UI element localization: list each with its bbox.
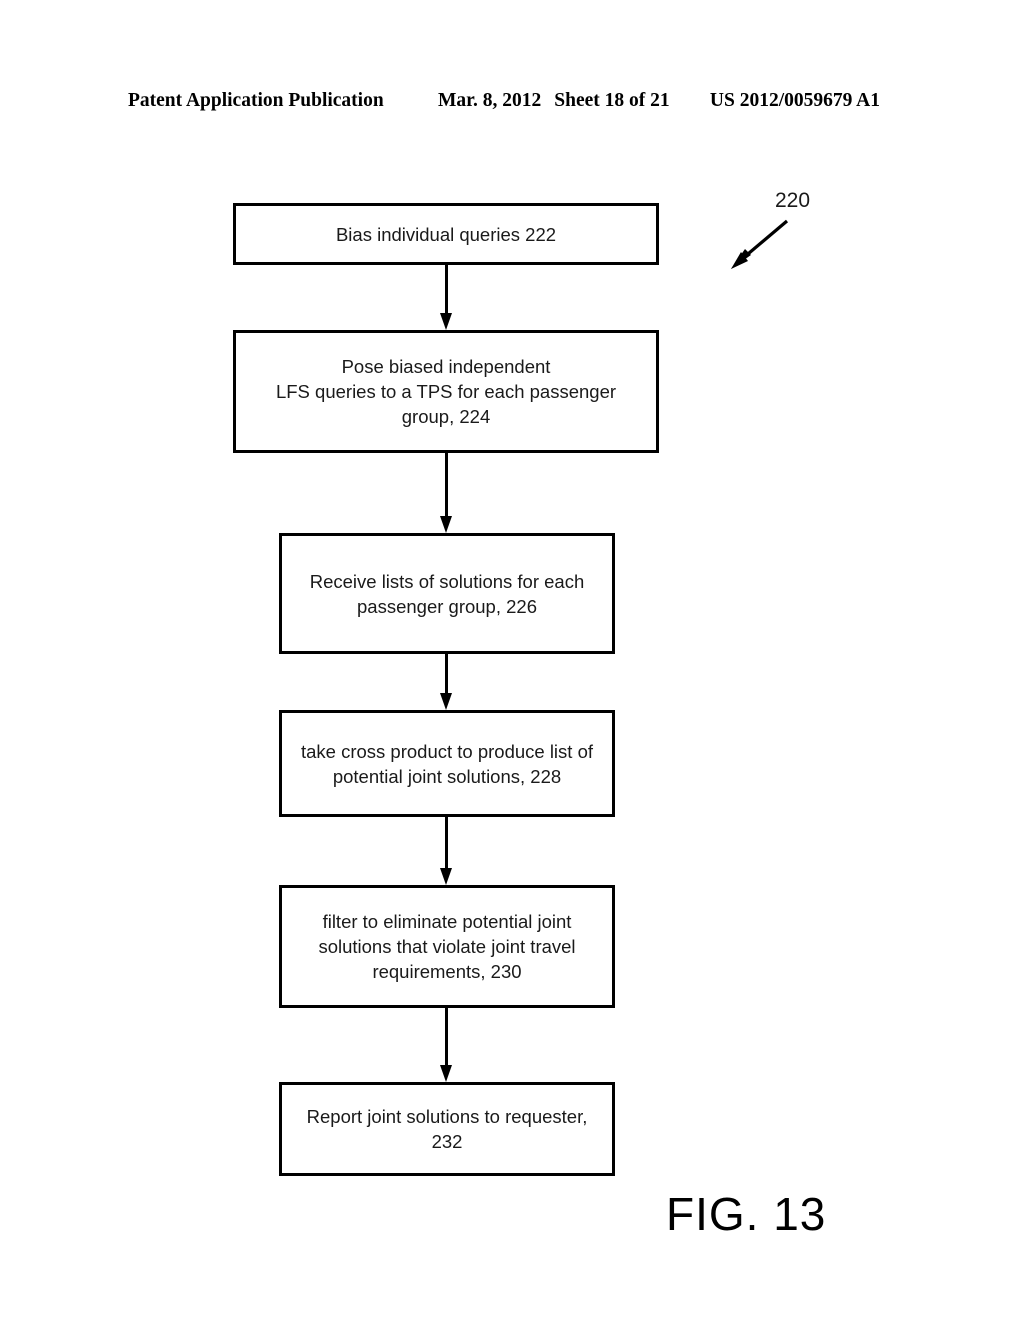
connector-224-to-226 (440, 453, 453, 533)
connector-222-to-224 (440, 265, 453, 330)
flow-box-226: Receive lists of solutions for each pass… (279, 533, 615, 654)
arrowhead-down-icon (440, 516, 452, 533)
figure-caption: FIG. 13 (666, 1188, 827, 1240)
flow-box-228: take cross product to produce list of po… (279, 710, 615, 817)
connector-line (445, 654, 448, 693)
connector-line (445, 1008, 448, 1065)
flow-box-232: Report joint solutions to requester, 232 (279, 1082, 615, 1176)
arrowhead-down-icon (440, 693, 452, 710)
connector-230-to-232 (440, 1008, 453, 1082)
arrowhead-down-icon (440, 1065, 452, 1082)
flow-box-224: Pose biased independent LFS queries to a… (233, 330, 659, 453)
arrowhead-down-icon (440, 868, 452, 885)
connector-226-to-228 (440, 654, 453, 710)
flow-box-230-label: filter to eliminate potential joint solu… (318, 911, 576, 982)
flow-box-222: Bias individual queries 222 (233, 203, 659, 265)
flow-box-232-label: Report joint solutions to requester, 232 (306, 1106, 588, 1152)
flow-box-224-label: Pose biased independent LFS queries to a… (275, 356, 617, 427)
flow-box-228-label: take cross product to produce list of po… (300, 740, 594, 787)
connector-line (445, 453, 448, 516)
connector-line (445, 817, 448, 868)
reference-leader-arrow-icon (731, 219, 789, 269)
arrowhead-down-icon (440, 313, 452, 330)
flow-box-230: filter to eliminate potential joint solu… (279, 885, 615, 1008)
flowchart-diagram: Bias individual queries 222 Pose biased … (0, 0, 1024, 1320)
connector-line (445, 265, 448, 313)
flow-box-222-label: Bias individual queries 222 (335, 223, 557, 245)
connector-228-to-230 (440, 817, 453, 885)
flow-box-226-label: Receive lists of solutions for each pass… (309, 570, 585, 617)
